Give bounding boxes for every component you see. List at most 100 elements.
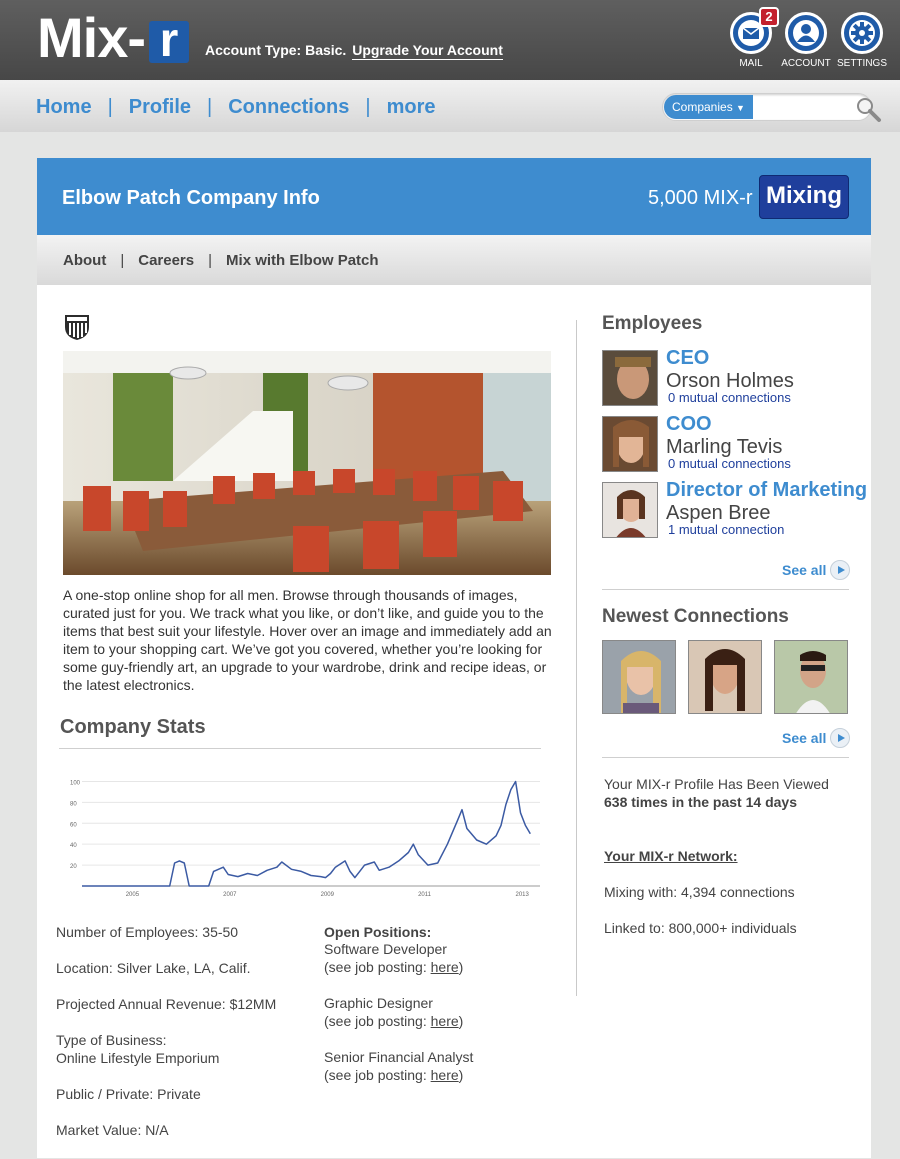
position-note-close: ): [458, 959, 464, 975]
network-title[interactable]: Your MIX-r Network:: [604, 847, 738, 865]
logo[interactable]: Mix- r: [37, 10, 189, 66]
nav-separator: |: [107, 96, 113, 118]
search-bar: Companies ▼: [662, 93, 884, 123]
avatar: [602, 482, 658, 538]
nav-profile[interactable]: Profile: [129, 96, 191, 119]
divider: [59, 748, 541, 749]
mail-button[interactable]: 2 MAIL: [721, 7, 781, 69]
position-note-close: ): [458, 1067, 464, 1083]
mutual-connections[interactable]: 1 mutual connection: [668, 522, 784, 537]
chart-x-tick-label: 2005: [126, 892, 140, 898]
upgrade-account-link[interactable]: Upgrade Your Account: [352, 42, 503, 60]
network-linked: Linked to: 800,000+ individuals: [604, 920, 797, 936]
newest-see-all-button[interactable]: See all: [782, 728, 851, 748]
account-icon: [785, 12, 827, 54]
nav-home[interactable]: Home: [36, 96, 92, 119]
nav-separator: |: [365, 96, 371, 118]
employee-card[interactable]: CEO Orson Holmes 0 mutual connections: [602, 347, 872, 408]
position-note-text: (see job posting:: [324, 1067, 431, 1083]
job-posting-link[interactable]: here: [431, 1067, 459, 1083]
account-type-label: Account Type: Basic.: [205, 42, 347, 58]
position-note-text: (see job posting:: [324, 959, 431, 975]
tab-mix-with[interactable]: Mix with Elbow Patch: [226, 252, 379, 269]
newest-connections-title: Newest Connections: [602, 606, 789, 627]
search-category-dropdown[interactable]: Companies ▼: [664, 95, 753, 119]
chart-x-tick-label: 2011: [418, 892, 432, 898]
mutual-connections[interactable]: 0 mutual connections: [668, 390, 791, 405]
profile-views-line1: Your MIX-r Profile Has Been Viewed: [604, 776, 829, 792]
connection-avatar[interactable]: [774, 640, 848, 714]
mutual-connections[interactable]: 0 mutual connections: [668, 456, 791, 471]
fact-business-type-value: Online Lifestyle Emporium: [56, 1050, 220, 1066]
fact-revenue: Projected Annual Revenue: $12MM: [56, 996, 277, 1012]
position-note: (see job posting: here): [324, 1012, 463, 1030]
company-description: A one-stop online shop for all men. Brow…: [63, 587, 552, 693]
connection-avatar[interactable]: [688, 640, 762, 714]
company-card: Elbow Patch Company Info 5,000 MIX-r Mix…: [37, 158, 871, 1158]
employee-role: Director of Marketing: [666, 479, 868, 501]
company-crest-logo: [63, 313, 91, 341]
top-bar: Mix- r Account Type: Basic. Upgrade Your…: [0, 0, 900, 80]
see-all-label: See all: [782, 562, 827, 578]
chart-y-tick-label: 40: [70, 843, 77, 849]
connection-avatar[interactable]: [602, 640, 676, 714]
chart-x-tick-label: 2013: [516, 892, 530, 898]
position-title: Senior Financial Analyst: [324, 1049, 474, 1065]
nav-more[interactable]: more: [387, 96, 436, 119]
chart-y-tick-label: 80: [70, 801, 77, 807]
fact-business-type-label: Type of Business:: [56, 1032, 167, 1048]
fact-location: Location: Silver Lake, LA, Calif.: [56, 960, 251, 976]
tab-careers[interactable]: Careers: [138, 252, 194, 269]
company-points: 5,000 MIX-r: [648, 187, 753, 209]
job-posting-link[interactable]: here: [431, 959, 459, 975]
search-icon[interactable]: [854, 95, 882, 123]
tab-separator: |: [120, 252, 125, 269]
account-type: Account Type: Basic. Upgrade Your Accoun…: [205, 42, 503, 60]
job-posting-link[interactable]: here: [431, 1013, 459, 1029]
employee-card[interactable]: COO Marling Tevis 0 mutual connections: [602, 413, 872, 474]
mail-icon: 2: [730, 7, 779, 54]
network-mixing: Mixing with: 4,394 connections: [604, 884, 795, 900]
logo-text: Mix-: [37, 6, 146, 69]
position-note: (see job posting: here): [324, 1066, 463, 1084]
company-tabs: About | Careers | Mix with Elbow Patch: [37, 235, 871, 285]
fact-market-value: Market Value: N/A: [56, 1122, 169, 1138]
line-chart-svg: 100 80 60 40 20 2005 2007 2009 2011 2013: [70, 780, 540, 898]
settings-button[interactable]: SETTINGS: [832, 12, 892, 69]
column-divider: [576, 320, 577, 996]
main-nav: Home | Profile | Connections | more: [36, 96, 435, 119]
nav-connections[interactable]: Connections: [228, 96, 349, 119]
position-note-close: ): [458, 1013, 464, 1029]
logo-box: r: [149, 17, 189, 65]
nav-separator: |: [207, 96, 213, 118]
fact-public-private: Public / Private: Private: [56, 1086, 201, 1102]
position-title: Software Developer: [324, 941, 447, 957]
settings-label: SETTINGS: [836, 58, 887, 69]
chart-x-tick-label: 2009: [321, 892, 335, 898]
settings-gear-icon: [841, 12, 883, 54]
employees-see-all-button[interactable]: See all: [782, 560, 851, 580]
chevron-down-icon: ▼: [736, 103, 745, 113]
tab-about[interactable]: About: [63, 252, 106, 269]
position-note-text: (see job posting:: [324, 1013, 431, 1029]
chart-y-tick-label: 60: [70, 822, 77, 828]
position-note: (see job posting: here): [324, 958, 463, 976]
tab-separator: |: [208, 252, 213, 269]
search-category-value: Companies: [672, 100, 733, 114]
arrow-right-icon: [830, 728, 851, 748]
account-button[interactable]: ACCOUNT: [776, 12, 836, 69]
mixing-button[interactable]: Mixing: [759, 175, 849, 219]
company-stats-title: Company Stats: [60, 716, 206, 738]
chart-x-tick-label: 2007: [223, 892, 237, 898]
open-positions-title: Open Positions:: [324, 924, 432, 940]
chart-y-tick-label: 100: [70, 780, 81, 786]
company-stats-chart: 100 80 60 40 20 2005 2007 2009 2011 2013: [52, 763, 547, 908]
divider: [602, 757, 849, 758]
employee-role: COO: [666, 413, 712, 435]
employee-role: CEO: [666, 347, 710, 369]
see-all-label: See all: [782, 730, 827, 746]
company-office-photo: [63, 351, 551, 575]
employee-card[interactable]: Director of Marketing Aspen Bree 1 mutua…: [602, 479, 872, 540]
arrow-right-icon: [830, 560, 851, 580]
position-title: Graphic Designer: [324, 995, 433, 1011]
